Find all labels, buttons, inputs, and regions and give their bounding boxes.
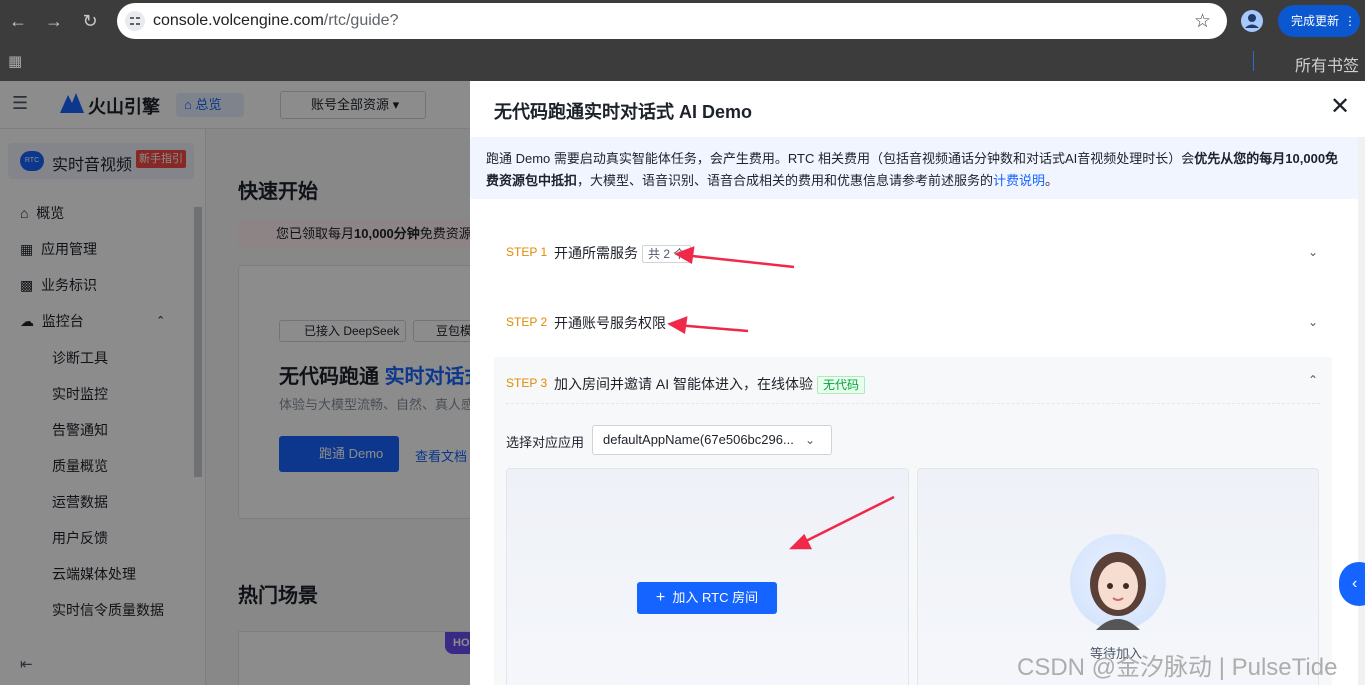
arrow-step2 [675, 323, 749, 333]
watermark: CSDN @金汐脉动 | PulseTide [1017, 654, 1338, 681]
arrow-step2-head [667, 316, 688, 334]
arrow-join [799, 495, 895, 546]
arrow-step1 [682, 253, 795, 269]
arrow-step1-head [674, 246, 695, 264]
annotation-arrows [667, 246, 895, 550]
arrow-join-head [788, 533, 813, 550]
